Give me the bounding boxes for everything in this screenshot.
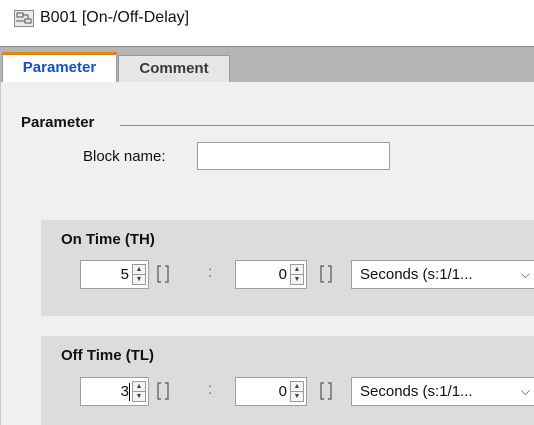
logo-block-icon bbox=[14, 10, 34, 27]
time-separator: : bbox=[208, 381, 213, 398]
spin-buttons[interactable]: ▲ ▼ bbox=[132, 264, 146, 285]
on-time-unit-select[interactable]: Seconds (s:1/1... ⌵ bbox=[351, 260, 534, 289]
title-bar: B001 [On-/Off-Delay] bbox=[0, 0, 534, 36]
spin-buttons[interactable]: ▲ ▼ bbox=[290, 381, 304, 402]
on-time-value1-stepper[interactable]: 5 ▲ ▼ bbox=[80, 260, 149, 289]
chevron-down-icon[interactable]: ⌵ bbox=[521, 384, 530, 399]
spin-up-icon[interactable]: ▲ bbox=[291, 382, 303, 392]
block-name-input[interactable] bbox=[197, 142, 390, 170]
spin-down-icon[interactable]: ▼ bbox=[291, 392, 303, 402]
section-title: Parameter bbox=[21, 114, 95, 131]
spin-buttons[interactable]: ▲ ▼ bbox=[132, 381, 146, 402]
parameter-panel: Parameter Block name: On Time (TH) 5 ▲ ▼… bbox=[0, 82, 534, 425]
text-caret bbox=[129, 383, 130, 401]
parameter-reference-icon[interactable] bbox=[157, 265, 169, 283]
off-time-unit-select[interactable]: Seconds (s:1/1... ⌵ bbox=[351, 377, 534, 406]
tab-strip: Parameter Comment bbox=[0, 46, 534, 83]
off-time-unit: Seconds (s:1/1... bbox=[360, 383, 473, 400]
parameter-reference-icon[interactable] bbox=[320, 382, 332, 400]
off-time-title: Off Time (TL) bbox=[61, 347, 155, 364]
window-title: B001 [On-/Off-Delay] bbox=[40, 9, 190, 26]
off-time-value1: 3 bbox=[120, 383, 129, 400]
section-divider bbox=[120, 125, 534, 126]
spin-up-icon[interactable]: ▲ bbox=[133, 382, 145, 392]
on-time-value1: 5 bbox=[120, 266, 129, 283]
spin-up-icon[interactable]: ▲ bbox=[133, 265, 145, 275]
tab-parameter[interactable]: Parameter bbox=[2, 52, 117, 83]
spin-buttons[interactable]: ▲ ▼ bbox=[290, 264, 304, 285]
block-name-label: Block name: bbox=[83, 148, 166, 165]
parameter-reference-icon[interactable] bbox=[157, 382, 169, 400]
spin-down-icon[interactable]: ▼ bbox=[133, 392, 145, 402]
spin-down-icon[interactable]: ▼ bbox=[133, 275, 145, 285]
chevron-down-icon[interactable]: ⌵ bbox=[521, 267, 530, 282]
off-time-value1-stepper[interactable]: 3 ▲ ▼ bbox=[80, 377, 149, 406]
on-time-value2-stepper[interactable]: 0 ▲ ▼ bbox=[235, 260, 307, 289]
tab-comment[interactable]: Comment bbox=[118, 55, 230, 83]
on-time-title: On Time (TH) bbox=[61, 231, 155, 248]
on-time-value2: 0 bbox=[278, 266, 287, 283]
off-time-group: Off Time (TL) 3 ▲ ▼ : 0 ▲ ▼ Seconds (s:1… bbox=[41, 336, 534, 425]
time-separator: : bbox=[208, 264, 213, 281]
off-time-value2-stepper[interactable]: 0 ▲ ▼ bbox=[235, 377, 307, 406]
parameter-reference-icon[interactable] bbox=[320, 265, 332, 283]
off-time-value2: 0 bbox=[278, 383, 287, 400]
on-time-group: On Time (TH) 5 ▲ ▼ : 0 ▲ ▼ Seconds (s:1/… bbox=[41, 220, 534, 316]
spin-down-icon[interactable]: ▼ bbox=[291, 275, 303, 285]
on-time-unit: Seconds (s:1/1... bbox=[360, 266, 473, 283]
spin-up-icon[interactable]: ▲ bbox=[291, 265, 303, 275]
